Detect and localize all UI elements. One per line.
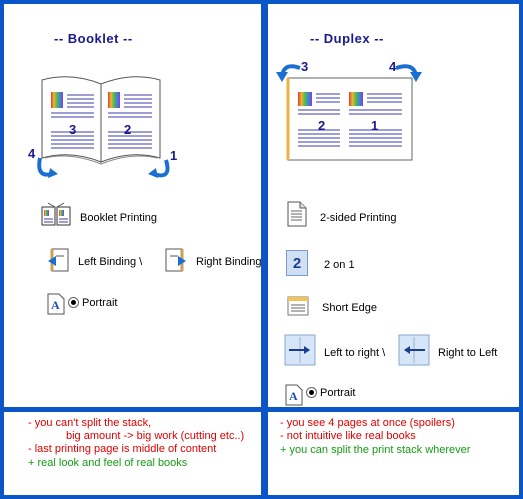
duplex-notes-panel: - you see 4 pages at once (spoilers) - n… [268, 412, 519, 495]
booklet-page-right-number: 2 [124, 122, 132, 137]
duplex-arrow-left-number: 3 [301, 59, 309, 74]
short-edge-icon[interactable] [286, 294, 310, 318]
duplex-note-1: - you see 4 pages at once (spoilers) [280, 417, 455, 429]
booklet-arrow-right-number: 1 [170, 148, 178, 163]
booklet-printing-label[interactable]: Booklet Printing [80, 212, 157, 224]
two-sided-printing-label[interactable]: 2-sided Printing [320, 212, 396, 224]
duplex-illustration [276, 64, 422, 161]
booklet-note-2: big amount -> big work (cutting etc..) [66, 430, 245, 442]
portrait-radio[interactable] [306, 387, 317, 398]
duplex-arrow-right-number: 4 [389, 59, 397, 74]
duplex-note-3: + you can split the print stack wherever [280, 444, 471, 456]
duplex-orientation-label: Portrait [320, 387, 356, 399]
booklet-note-4: + real look and feel of real books [28, 457, 188, 469]
right-to-left-icon[interactable] [398, 334, 430, 366]
duplex-panel: -- Duplex -- 2 1 3 4 2-sided Printing 2 … [268, 4, 519, 407]
duplex-page-right-number: 1 [371, 118, 379, 133]
right-to-left-label[interactable]: Right to Left [438, 347, 497, 359]
two-on-one-icon[interactable]: 2 [286, 250, 308, 276]
left-binding-label[interactable]: Left Binding \ [78, 256, 142, 268]
duplex-page-left-number: 2 [318, 118, 326, 133]
left-to-right-icon[interactable] [284, 334, 316, 366]
booklet-note-3: - last printing page is middle of conten… [28, 443, 217, 455]
booklet-arrow-left-number: 4 [28, 146, 36, 161]
portrait-icon: A [47, 293, 65, 315]
portrait-radio[interactable] [68, 297, 79, 308]
left-binding-icon[interactable] [44, 247, 72, 275]
booklet-panel: -- Booklet -- 3 2 4 1 Booklet Printing L… [4, 4, 261, 407]
right-binding-icon[interactable] [162, 247, 190, 275]
two-sided-printing-icon[interactable] [284, 200, 308, 228]
booklet-illustration [37, 76, 170, 178]
booklet-orientation-label: Portrait [82, 297, 118, 309]
booklet-title: -- Booklet -- [54, 31, 133, 46]
booklet-printing-icon[interactable] [40, 201, 72, 229]
left-to-right-label[interactable]: Left to right \ [324, 347, 385, 359]
two-on-one-label[interactable]: 2 on 1 [324, 259, 355, 271]
portrait-icon: A [285, 384, 303, 406]
svg-text:A: A [51, 298, 60, 312]
short-edge-label[interactable]: Short Edge [322, 302, 377, 314]
booklet-page-left-number: 3 [69, 122, 77, 137]
booklet-notes-panel: - you can't split the stack, big amount … [4, 412, 261, 495]
duplex-title: -- Duplex -- [310, 31, 384, 46]
svg-text:A: A [289, 389, 298, 403]
booklet-note-1: - you can't split the stack, [28, 417, 152, 429]
duplex-note-2: - not intuitive like real books [280, 430, 416, 442]
right-binding-label[interactable]: Right Binding [196, 256, 261, 268]
